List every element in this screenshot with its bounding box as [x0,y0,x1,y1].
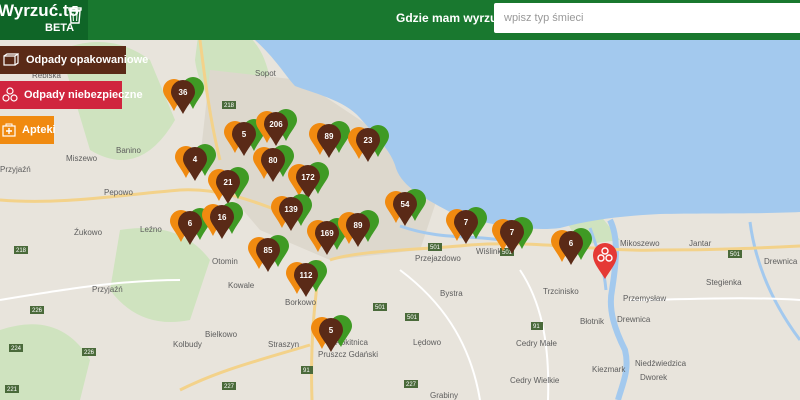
road-badge: 218 [222,101,236,109]
cluster-count: 89 [325,132,334,141]
road-badge: 501 [373,303,387,311]
filter-label: Apteki [22,124,56,136]
svg-text:226: 226 [32,308,43,314]
place-label: Bystra [440,289,463,298]
place-label: Drewnica [617,315,651,324]
svg-text:501: 501 [375,305,386,311]
trash-bin-icon [68,6,82,24]
place-label: Miszewo [66,154,98,163]
road-badge: 227 [404,380,418,388]
svg-text:226: 226 [84,350,95,356]
place-label: Grabiny [430,391,458,400]
filter-label: Odpady opakowaniowe [26,54,149,66]
place-label: Dworek [640,373,668,382]
place-label: Kowale [228,281,255,290]
place-label: Sopot [255,69,277,78]
filter-packaging-waste[interactable]: Odpady opakowaniowe [0,46,148,74]
road-badge: 501 [728,250,742,258]
place-label: Źukowo [74,228,103,237]
place-label: Drewnica [764,257,798,266]
svg-text:218: 218 [224,103,235,109]
app-header: Wyrzuć.to BETA Gdzie mam wyrzucić [0,0,800,40]
place-label: Pepowo [104,188,133,197]
cluster-count: 112 [300,271,313,280]
svg-text:218: 218 [16,248,27,254]
road-badge: 501 [405,313,419,321]
road-badge: 218 [14,246,28,254]
road-badge: 226 [30,306,44,314]
place-label: Banino [116,146,141,155]
road-badge: 221 [5,385,19,393]
place-label: Przejazdowo [415,254,461,263]
cluster-count: 6 [188,219,193,228]
cluster-count: 169 [320,229,334,238]
place-label: Cedry Wielkie [510,376,560,385]
place-label: Lędowo [413,338,442,347]
place-label: Leźno [140,225,162,234]
svg-text:91: 91 [303,368,310,374]
cluster-count: 23 [364,136,373,145]
filter-label: Odpady niebezpieczne [24,89,143,101]
cluster-count: 4 [193,155,198,164]
cluster-count: 85 [264,246,273,255]
place-label: Niedźwiedzica [635,359,687,368]
hazard-icon [2,87,18,102]
cluster-count: 6 [569,239,574,248]
cluster-count: 89 [354,221,363,230]
svg-text:501: 501 [430,245,441,251]
cluster-count: 80 [269,156,278,165]
svg-text:221: 221 [7,387,18,393]
place-label: Błotnik [580,317,605,326]
svg-text:501: 501 [730,252,741,258]
place-label: Jantar [689,239,712,248]
road-badge: 224 [9,344,23,352]
place-label: Przyjaźń [92,285,123,294]
place-label: Otomin [212,257,238,266]
road-badge: 226 [82,348,96,356]
app-logo[interactable]: Wyrzuć.to BETA [0,0,88,40]
svg-text:227: 227 [406,382,417,388]
place-label: Borkowo [285,298,317,307]
cluster-count: 7 [464,218,469,227]
place-label: Kolbudy [173,340,202,349]
cluster-count: 139 [284,205,298,214]
place-label: Pruszcz Gdański [318,350,378,359]
cluster-count: 206 [269,120,283,129]
cluster-count: 16 [218,213,227,222]
cluster-count: 54 [401,200,410,209]
cluster-count: 7 [510,228,515,237]
place-label: Trzcinisko [543,287,579,296]
place-label: Kiezmark [592,365,626,374]
svg-text:91: 91 [533,324,540,330]
place-label: Przemysław [623,294,666,303]
place-label: Przyjaźń [0,165,31,174]
road-badge: 91 [531,322,543,330]
cluster-count: 5 [242,130,247,139]
cluster-count: 5 [329,326,334,335]
svg-text:501: 501 [407,315,418,321]
road-badge: 91 [301,366,313,374]
svg-text:224: 224 [11,346,22,352]
road-badge: 227 [222,382,236,390]
place-label: Bielkowo [205,330,238,339]
road-badge: 501 [428,243,442,251]
waste-search-input[interactable] [494,3,800,33]
place-label: Mikoszewo [620,239,660,248]
svg-text:227: 227 [224,384,235,390]
place-label: Stegienka [706,278,742,287]
place-label: Cedry Małe [516,339,557,348]
cluster-count: 21 [224,178,233,187]
filter-pharmacies[interactable]: Apteki [0,116,56,144]
place-label: Straszyn [268,340,299,349]
cluster-count: 36 [179,88,188,97]
filter-hazardous-waste[interactable]: Odpady niebezpieczne [0,81,143,109]
cluster-count: 172 [301,173,315,182]
packaging-icon [3,53,19,66]
pharmacy-icon [2,123,16,137]
